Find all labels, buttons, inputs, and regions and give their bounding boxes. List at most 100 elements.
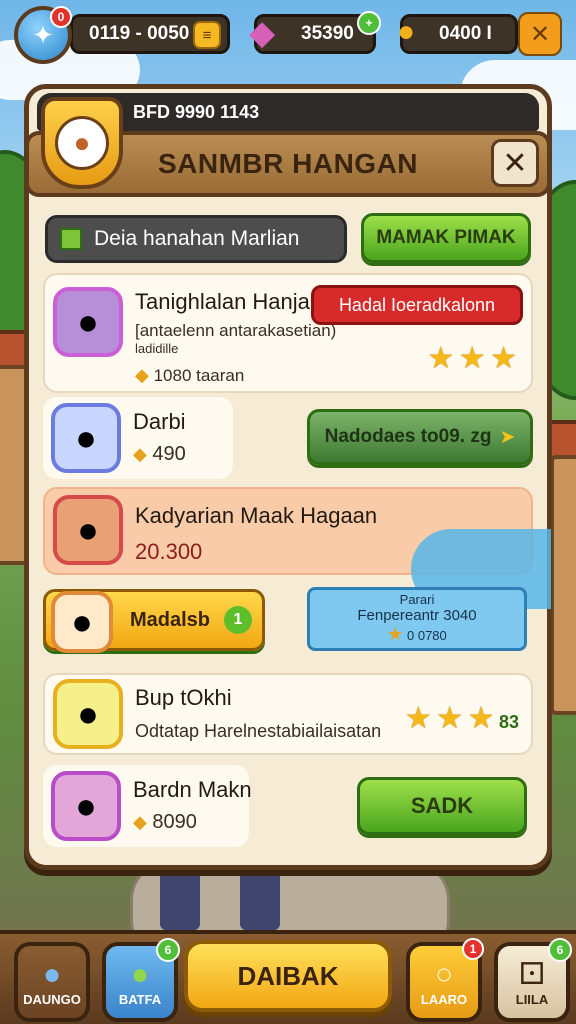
list-item[interactable]: ● Tanighlalan Hanjan [antaelenn antaraka… <box>43 273 533 393</box>
nav-laaro-label: LAARO <box>420 991 468 1007</box>
popup-line-1: Parari <box>399 592 435 607</box>
item-desc: [antaelenn antarakasetian) <box>135 321 337 340</box>
list-item[interactable]: ● Bup tOkhi Odtatap Harelnestabiailaisat… <box>43 673 533 755</box>
list-item[interactable]: ● Bardn Makn ◆ 8090 SADK <box>43 765 533 847</box>
star-rating: ★ ★ ★ 83 <box>405 701 519 736</box>
star-icon: ★ <box>387 624 404 644</box>
nav-liila-button[interactable]: ⚀ LIILA 6 <box>494 938 572 1022</box>
drop-icon: ● <box>42 957 62 991</box>
coin-icon: ◆ <box>133 444 147 464</box>
gems-value: 35390 <box>301 23 354 44</box>
dog-portrait-icon: ● <box>51 591 113 653</box>
notification-badge: 0 <box>50 6 72 28</box>
status-tag[interactable]: Hadal Ioeradkalonn <box>311 285 523 325</box>
ring-icon: ○ <box>434 957 454 991</box>
daibak-label: DAIBAK <box>237 960 339 991</box>
item-desc: Odtatap Harelnestabiailaisatan <box>135 721 382 741</box>
popup-line-3: ★ 0 0780 <box>310 624 524 645</box>
leaf-icon: ● <box>130 957 150 991</box>
star-icon: ★ <box>427 342 455 375</box>
mark-all-button[interactable]: MAMAK PIMAK <box>361 213 531 263</box>
item-name: Darbi <box>133 409 186 434</box>
cube-icon <box>60 228 82 250</box>
row-action-button[interactable]: Nadodaes to09. zg ➤ <box>307 409 533 465</box>
item-name: Kadyarian Maak Hagaan <box>135 503 378 528</box>
nav-batfa-button[interactable]: ● BATFA 6 <box>102 938 180 1022</box>
nav-liila-label: LIILA <box>515 991 549 1007</box>
coin-icon: ◆ <box>135 365 149 385</box>
house <box>550 455 576 715</box>
bird-icon: ✦ <box>32 19 54 50</box>
item-coins: ◆ 490 <box>133 443 186 466</box>
list-item[interactable]: ● Kadyarian Maak Hagaan 20.300 <box>43 487 551 609</box>
bear-portrait-icon: ● <box>53 495 123 565</box>
cat-portrait-icon: ● <box>53 679 123 749</box>
coin-icon: ● <box>397 15 416 48</box>
gems-add-button[interactable]: + <box>357 11 381 35</box>
list-item[interactable]: ● Darbi ◆ 490 Nadodaes to09. zg ➤ <box>43 397 533 479</box>
item-desc-2: ladidille <box>135 341 179 356</box>
arrow-icon: ➤ <box>499 426 516 448</box>
close-hud-button[interactable]: ✕ <box>518 12 562 56</box>
item-name: Bardn Makn <box>133 777 252 802</box>
gem-icon: ◆ <box>249 14 276 52</box>
main-panel: BFD 9990 1143 SANMBR HANGAN ● ✕ Deia han… <box>24 84 552 870</box>
bear-portrait-icon: ● <box>51 771 121 841</box>
nav-laaro-button[interactable]: ○ LAARO 1 <box>406 938 484 1022</box>
item-name: Tanighlalan Hanjan <box>135 289 323 314</box>
mark-all-label: MAMAK PIMAK <box>376 227 516 248</box>
item-coins-value: 1080 taaran <box>153 366 245 385</box>
filter-dropdown[interactable]: Deia hanahan Marlian <box>45 215 347 263</box>
coins-value: 0400 I <box>439 23 492 44</box>
nav-badge: 6 <box>156 938 180 962</box>
coin-icon: ◆ <box>133 812 147 832</box>
bottom-nav: ● DAUNGO ● BATFA 6 DAIBAK ○ LAARO 1 ⚀ LI… <box>0 930 576 1024</box>
profile-avatar-button[interactable]: ✦ 0 <box>14 6 72 64</box>
nav-badge: 1 <box>462 938 484 960</box>
top-hud: ✦ 0 0119 - 0050 ≡ ◆ 35390 + ● 0400 I ✕ <box>0 6 576 64</box>
status-tag-label: Hadal Ioeradkalonn <box>338 294 496 315</box>
popup-line-2: Fenpereantr 3040 <box>357 607 477 624</box>
send-button-label: SADK <box>410 793 474 818</box>
nav-badge: 6 <box>548 938 572 962</box>
star-icon: ★ <box>467 702 495 735</box>
panel-title: SANMBR HANGAN <box>157 148 419 179</box>
pet-portrait-icon: ● <box>51 403 121 473</box>
timer-add-button[interactable]: ≡ <box>193 21 221 49</box>
nav-batfa-label: BATFA <box>118 991 162 1007</box>
item-coins-value: 490 <box>152 443 186 465</box>
item-name: Bup tOkhi <box>135 685 232 710</box>
bear-portrait-icon: ● <box>53 287 123 357</box>
star-icon: ★ <box>404 702 432 735</box>
dog-emblem-icon: ● <box>41 97 123 189</box>
filter-label: Deia hanahan Marlian <box>94 227 300 250</box>
panel-toolbar: Deia hanahan Marlian MAMAK PIMAK <box>45 213 531 265</box>
coins-pill: ● 0400 I <box>397 14 518 54</box>
dice-icon: ⚀ <box>518 957 546 991</box>
item-value: 20.300 <box>135 539 203 564</box>
star-icon: ★ <box>490 342 517 375</box>
timer-pill: 0119 - 0050 ≡ <box>70 14 230 54</box>
send-button[interactable]: SADK <box>357 777 527 835</box>
item-coins: ◆ 1080 taaran <box>135 365 244 386</box>
pet-select-label: Madalsb <box>130 608 211 631</box>
nav-daungo-label: DAUNGO <box>23 991 81 1007</box>
gems-pill: ◆ 35390 + <box>249 11 381 54</box>
popup-line-3-text: 0 0780 <box>407 628 447 643</box>
plus-icon: 1 <box>224 606 252 634</box>
daibak-main-button[interactable]: DAIBAK <box>184 940 392 1012</box>
item-coins: ◆ 8090 <box>133 811 197 834</box>
close-panel-button[interactable]: ✕ <box>491 139 539 187</box>
item-coins-value: 8090 <box>152 811 197 833</box>
list-item[interactable]: Madalsb 1 ● Parari Fenpereantr 3040 ★ 0 … <box>43 583 533 665</box>
info-popup: Parari Fenpereantr 3040 ★ 0 0780 <box>307 587 527 651</box>
nav-daungo-button[interactable]: ● DAUNGO <box>14 942 90 1022</box>
rating-suffix: 83 <box>498 712 519 732</box>
row-action-label: Nadodaes to09. zg <box>324 426 492 447</box>
timer-text: 0119 - 0050 <box>89 23 190 44</box>
star-icon: ★ <box>458 342 486 375</box>
character-legs <box>240 860 280 930</box>
star-rating: ★ ★ ★ <box>427 341 517 376</box>
star-icon: ★ <box>436 702 464 735</box>
character-legs <box>160 860 200 930</box>
